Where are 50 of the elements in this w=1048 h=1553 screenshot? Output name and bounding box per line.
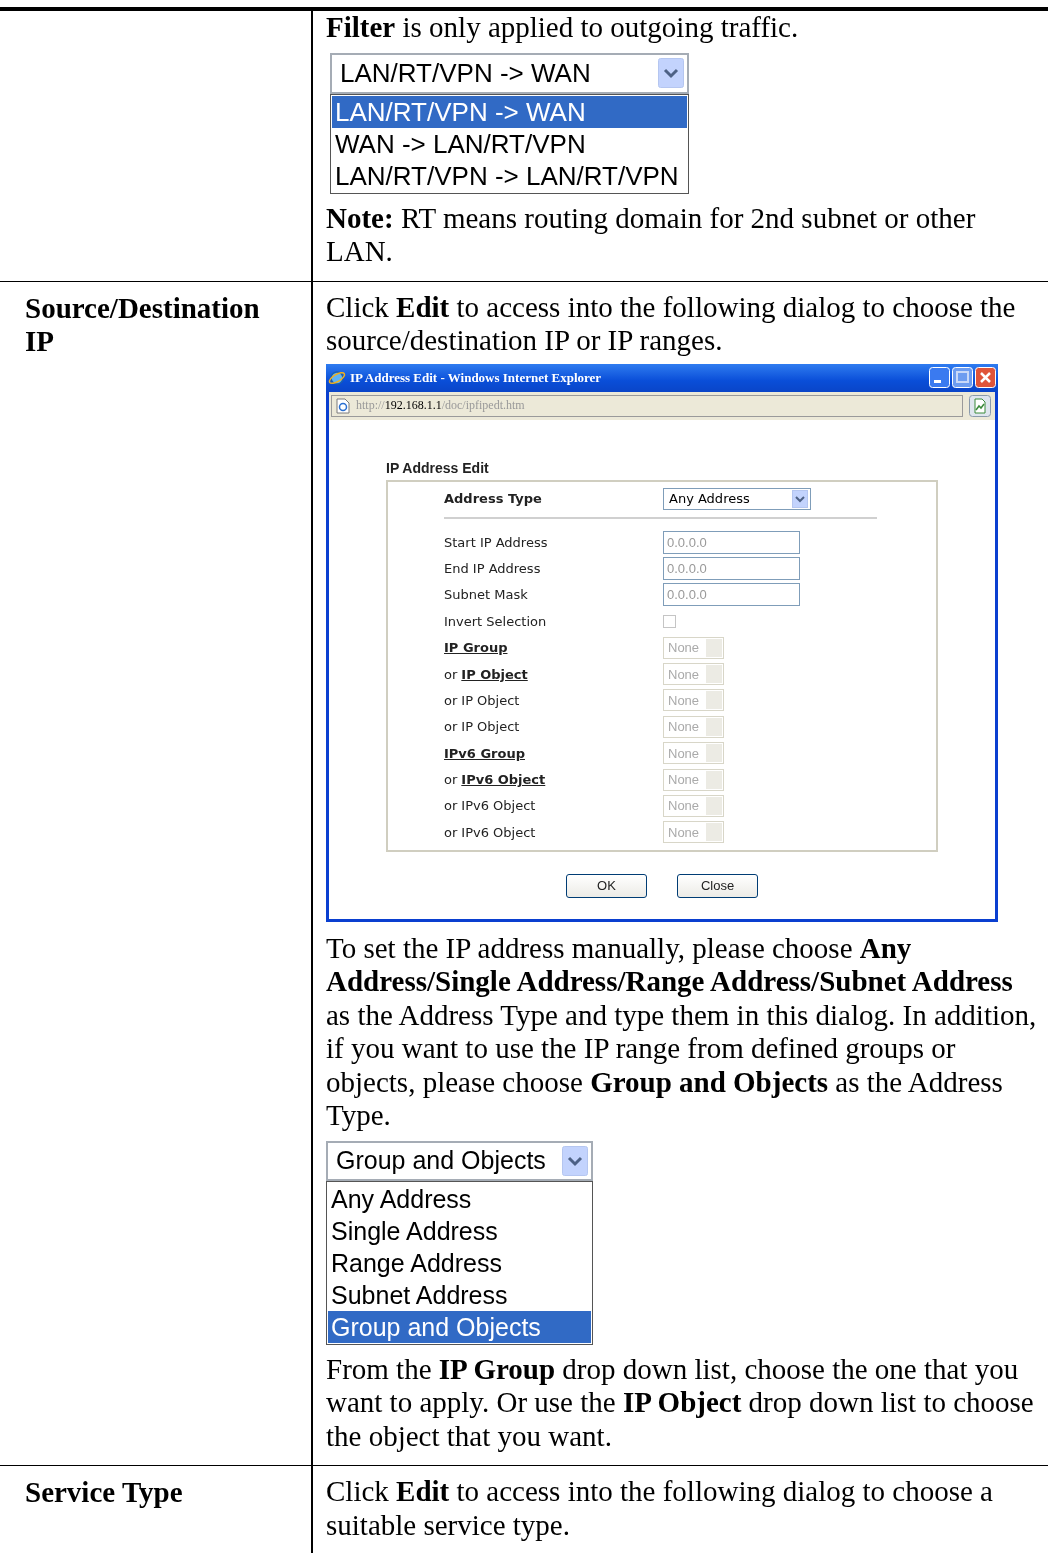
field-label: IP Object (461, 719, 520, 735)
page-icon (336, 397, 350, 414)
dropdown-option[interactable]: Subnet Address (328, 1278, 591, 1311)
connector-text: or (444, 692, 458, 708)
paragraph: To set the IP address manually, please choose Any Address/Single Address/Range Address/Subnet Address as the Address Type and type them in this dialog. In addition, if you want to use the IP range from defined groups or objects, please choose Group and Objects as the Address Type. (326, 931, 1038, 1133)
connector-text: or (444, 824, 458, 840)
dropdown[interactable]: Group and Objects (326, 1140, 593, 1181)
address-field[interactable]: http://192.168.1.1/doc/ipfipedt.htm (331, 394, 963, 417)
dropdown-option[interactable]: Single Address (328, 1214, 591, 1247)
caret-icon (792, 489, 808, 508)
document-icon[interactable] (969, 394, 991, 417)
connector-text: or (444, 719, 458, 735)
paragraph: Click Edit to access into the following dialog to choose the source/destination IP or IP ranges. (326, 290, 1017, 358)
dropdown-option[interactable]: LAN/RT/VPN -> WAN (332, 95, 687, 128)
paragraph: Note: RT means routing domain for 2nd subnet or other LAN. (326, 201, 977, 269)
row-label: Source/Destination IP (25, 291, 261, 358)
field-label: IP Object (461, 692, 520, 708)
field-label: IPv6 Object (461, 824, 536, 840)
dropdown-option[interactable]: Group and Objects (328, 1310, 591, 1343)
connector-text: or (444, 666, 458, 682)
url-text: http://192.168.1.1/doc/ipfipedt.htm (356, 398, 525, 413)
connector-text: or (444, 772, 458, 788)
field-label: Subnet Mask (444, 587, 528, 603)
globe-icon (328, 368, 346, 387)
maximize-icon[interactable] (952, 367, 973, 388)
field-label: Invert Selection (444, 613, 547, 629)
field-label: IPv6 Object (461, 798, 536, 814)
window-title: IP Address Edit - Windows Internet Explorer (350, 369, 603, 386)
dialog-button[interactable]: OK (566, 873, 647, 898)
dropdown-option[interactable]: Any Address (328, 1182, 591, 1215)
close-icon[interactable] (975, 367, 996, 388)
dropdown-option[interactable]: Range Address (328, 1246, 591, 1279)
dropdown-option[interactable]: WAN -> LAN/RT/VPN (332, 127, 687, 160)
field-label: Address Type (444, 491, 543, 507)
caret-icon (561, 1145, 588, 1176)
dialog-heading: IP Address Edit (386, 459, 490, 476)
dialog-button[interactable]: Close (677, 873, 758, 898)
caret-icon (657, 58, 684, 88)
row-label: Service Type (25, 1476, 184, 1509)
checkbox[interactable] (663, 614, 676, 628)
paragraph: From the IP Group drop down list, choose the one that you want to apply. Or use the IP Object drop down list to choose the object that you want. (326, 1352, 1035, 1453)
paragraph: Click Edit to access into the following dialog to choose a suitable service type. (326, 1475, 994, 1542)
minimize-icon[interactable] (929, 367, 950, 388)
field-label: Start IP Address (444, 534, 548, 550)
dropdown[interactable]: LAN/RT/VPN -> WAN (330, 52, 689, 94)
address-type-select[interactable]: Any Address (663, 487, 811, 510)
dropdown-option[interactable]: LAN/RT/VPN -> LAN/RT/VPN (332, 159, 687, 192)
field-label: End IP Address (444, 560, 541, 576)
connector-text: or (444, 798, 458, 814)
paragraph: Filter is only applied to outgoing traffic. (326, 11, 800, 45)
